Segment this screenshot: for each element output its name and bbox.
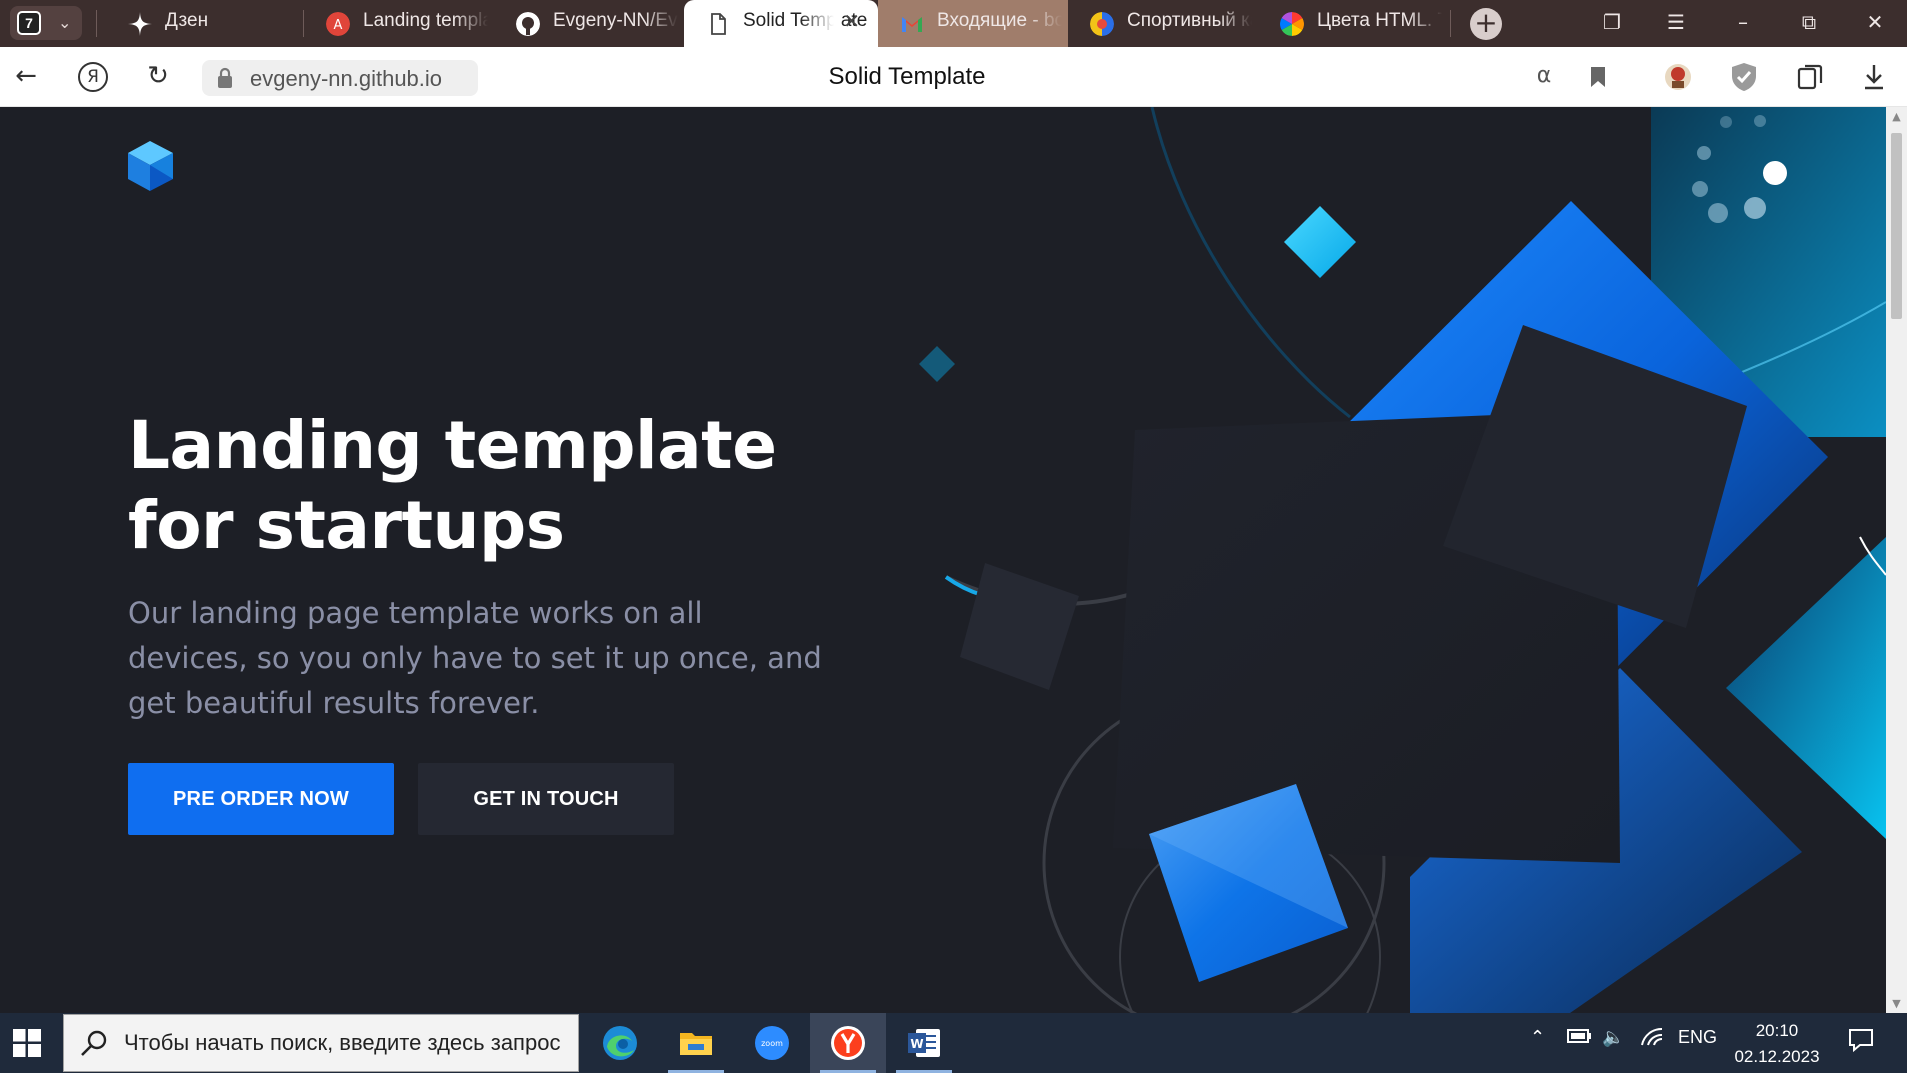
zoom-app[interactable]: zoom <box>734 1013 810 1073</box>
page-viewport: Landing template for startups Our landin… <box>0 107 1886 1013</box>
language-indicator[interactable]: ENG <box>1678 1027 1717 1048</box>
start-button[interactable] <box>0 1013 58 1073</box>
get-in-touch-button[interactable]: GET IN TOUCH <box>418 763 674 835</box>
windows-logo-icon <box>13 1029 41 1057</box>
zoom-icon: zoom <box>755 1026 789 1060</box>
tab-landing-template[interactable]: A Landing template for startups <box>304 0 494 47</box>
taskbar-search-input[interactable]: Чтобы начать поиск, введите здесь запрос <box>63 1014 579 1072</box>
hero-illustration <box>919 107 1886 1013</box>
menu-icon[interactable]: ☰ <box>1656 6 1696 40</box>
show-hidden-icons[interactable]: ⌃ <box>1530 1027 1545 1048</box>
svg-text:A: A <box>334 18 343 33</box>
extension-avatar-icon[interactable] <box>1658 59 1698 95</box>
tab-count-button[interactable]: 7 ⌄ <box>10 6 82 40</box>
file-explorer-icon <box>680 1033 712 1055</box>
logo-icon <box>128 141 173 191</box>
edge-icon <box>603 1026 637 1060</box>
address-bar: ← Я ↻ evgeny-nn.github.io Solid Template… <box>0 47 1907 107</box>
tab-count: 7 <box>17 11 41 35</box>
bookmarks-panel-icon[interactable]: ❐ <box>1592 6 1632 40</box>
tab-zen[interactable]: Дзен <box>106 0 304 47</box>
windows-taskbar: Чтобы начать поиск, введите здесь запрос… <box>0 1013 1907 1073</box>
tab-divider <box>96 10 97 37</box>
edge-app[interactable] <box>582 1013 658 1073</box>
zen-icon <box>128 12 152 36</box>
tab-solid-template[interactable]: Solid Template ✕ <box>684 0 878 47</box>
translate-icon[interactable]: α <box>1524 59 1564 95</box>
minimize-icon[interactable]: – <box>1723 6 1763 40</box>
file-explorer-app[interactable] <box>658 1013 734 1073</box>
scrollbar-thumb[interactable] <box>1891 133 1902 319</box>
clock-time: 20:10 <box>1755 1021 1799 1040</box>
scroll-up-icon[interactable]: ▲ <box>1889 110 1904 123</box>
github-icon <box>516 12 540 36</box>
protect-shield-icon[interactable] <box>1724 59 1764 95</box>
word-icon: W <box>908 1029 940 1057</box>
hero-subtitle: Our landing page template works on all d… <box>128 596 822 720</box>
scroll-down-icon[interactable]: ▼ <box>1889 997 1904 1010</box>
tab-label: Дзен <box>165 10 209 31</box>
search-placeholder: Чтобы начать поиск, введите здесь запрос <box>124 1030 561 1055</box>
page-icon <box>711 13 726 35</box>
close-window-icon[interactable]: ✕ <box>1855 6 1895 40</box>
search-icon <box>81 1030 107 1056</box>
tab-inbox[interactable]: Входящие - box@yandex.ru <box>878 0 1068 47</box>
collections-icon[interactable] <box>1790 59 1830 95</box>
notifications-icon[interactable] <box>1848 1027 1874 1058</box>
tab-github[interactable]: Evgeny-NN/Evgeny-NN.github.io <box>494 0 684 47</box>
gmail-icon <box>902 17 922 32</box>
hero-title: Landing template for startups <box>128 407 777 564</box>
close-tab-icon[interactable]: ✕ <box>843 9 860 34</box>
svg-text:zoom: zoom <box>761 1039 783 1048</box>
tab-sport[interactable]: Спортивный канал <box>1068 0 1258 47</box>
clock-date: 02.12.2023 <box>1734 1047 1820 1066</box>
chevron-down-icon: ⌄ <box>58 13 72 32</box>
wifi-icon[interactable] <box>1640 1027 1664 1052</box>
color-wheel-icon <box>1280 12 1304 36</box>
yandex-browser-app[interactable] <box>810 1013 886 1073</box>
sport-icon <box>1090 12 1114 36</box>
browser-tab-strip: 7 ⌄ Дзен A Landing template for startups… <box>0 0 1907 47</box>
svg-text:W: W <box>910 1037 923 1051</box>
new-tab-button[interactable]: + <box>1470 8 1502 40</box>
bookmark-icon[interactable] <box>1578 59 1618 95</box>
battery-icon[interactable] <box>1564 1027 1592 1050</box>
downloads-icon[interactable] <box>1854 59 1894 95</box>
page-scrollbar[interactable]: ▲ ▼ <box>1886 107 1907 1013</box>
taskbar-clock[interactable]: 20:10 02.12.2023 <box>1722 1018 1832 1070</box>
translate-favicon: A <box>326 12 350 36</box>
word-app[interactable]: W <box>886 1013 962 1073</box>
pre-order-button[interactable]: PRE ORDER NOW <box>128 763 394 835</box>
volume-icon[interactable]: 🔈 <box>1602 1027 1624 1048</box>
tab-html-colors[interactable]: Цвета HTML. Таблица <box>1258 0 1448 47</box>
restore-icon[interactable]: ⧉ <box>1789 6 1829 40</box>
yandex-browser-icon <box>831 1026 865 1060</box>
